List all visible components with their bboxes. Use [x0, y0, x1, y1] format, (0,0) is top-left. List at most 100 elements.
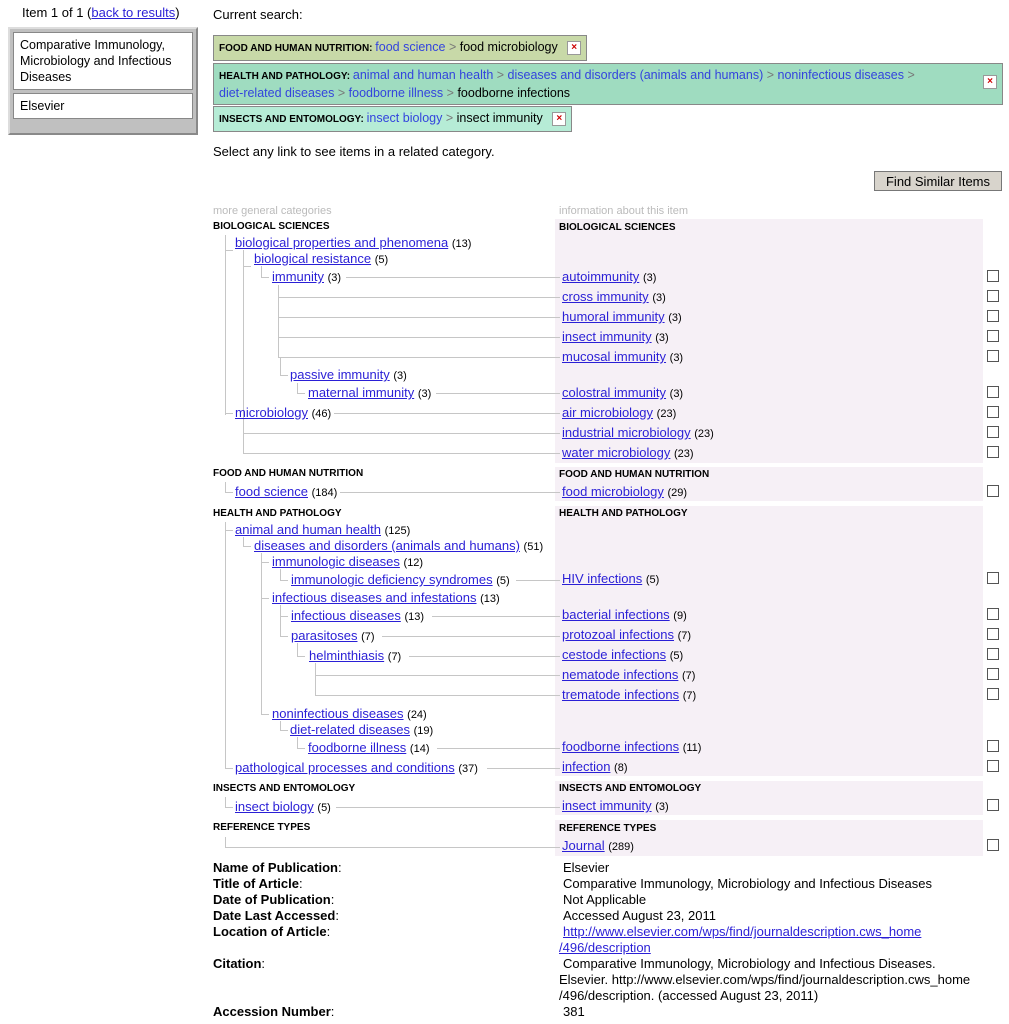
category-link[interactable]: immunologic diseases — [272, 554, 400, 569]
related-category-item: protozoal infections (7) — [562, 627, 692, 642]
select-checkbox[interactable] — [987, 648, 999, 660]
select-checkbox[interactable] — [987, 310, 999, 322]
item-publisher: Elsevier — [13, 93, 193, 119]
general-category-item: food science (184) — [235, 484, 338, 499]
meta-label-location: Location of Article: — [213, 924, 331, 939]
general-category-item: biological resistance (5) — [254, 251, 389, 266]
category-link[interactable]: protozoal infections — [562, 627, 674, 642]
tag-link[interactable]: noninfectious diseases — [778, 68, 904, 82]
category-link[interactable]: parasitoses — [291, 628, 357, 643]
category-link[interactable]: cross immunity — [562, 289, 649, 304]
related-category-item: mucosal immunity (3) — [562, 349, 684, 364]
related-category-item: infection (8) — [562, 759, 628, 774]
category-link[interactable]: colostral immunity — [562, 385, 666, 400]
related-category-item: air microbiology (23) — [562, 405, 677, 420]
category-link[interactable]: microbiology — [235, 405, 308, 420]
select-checkbox[interactable] — [987, 446, 999, 458]
category-link[interactable]: immunity — [272, 269, 324, 284]
category-link[interactable]: food science — [235, 484, 308, 499]
remove-tag-icon[interactable]: × — [552, 111, 567, 126]
general-category-item: immunity (3) — [272, 269, 342, 284]
category-link[interactable]: infectious diseases — [291, 608, 401, 623]
category-link[interactable]: autoimmunity — [562, 269, 639, 284]
related-category-item: food microbiology (29) — [562, 484, 688, 499]
general-category-item: infectious diseases and infestations (13… — [272, 590, 500, 605]
category-link[interactable]: air microbiology — [562, 405, 653, 420]
category-link[interactable]: insect biology — [235, 799, 314, 814]
select-checkbox[interactable] — [987, 386, 999, 398]
select-checkbox[interactable] — [987, 485, 999, 497]
category-link[interactable]: immunologic deficiency syndromes — [291, 572, 493, 587]
category-link[interactable]: biological resistance — [254, 251, 371, 266]
select-checkbox[interactable] — [987, 330, 999, 342]
instruction-text: Select any link to see items in a relate… — [213, 144, 495, 159]
select-checkbox[interactable] — [987, 608, 999, 620]
tag-link[interactable]: diseases and disorders (animals and huma… — [508, 68, 764, 82]
related-category-item: autoimmunity (3) — [562, 269, 657, 284]
article-url-link-cont[interactable]: /496/description — [559, 940, 651, 955]
article-url-link[interactable]: http://www.elsevier.com/wps/find/journal… — [563, 924, 921, 939]
category-link[interactable]: trematode infections — [562, 687, 679, 702]
section-header: BIOLOGICAL SCIENCES — [213, 221, 330, 232]
select-checkbox[interactable] — [987, 270, 999, 282]
tag-link[interactable]: diet-related diseases — [219, 86, 334, 100]
tag-link[interactable]: foodborne illness — [349, 86, 444, 100]
category-link[interactable]: insect immunity — [562, 798, 652, 813]
select-checkbox[interactable] — [987, 668, 999, 680]
category-link[interactable]: helminthiasis — [309, 648, 384, 663]
related-category-item: bacterial infections (9) — [562, 607, 687, 622]
select-checkbox[interactable] — [987, 426, 999, 438]
section-header: FOOD AND HUMAN NUTRITION — [213, 468, 364, 479]
category-link[interactable]: humoral immunity — [562, 309, 665, 324]
category-link[interactable]: foodborne infections — [562, 739, 679, 754]
select-checkbox[interactable] — [987, 572, 999, 584]
general-category-item: maternal immunity (3) — [308, 385, 432, 400]
category-link[interactable]: diet-related diseases — [290, 722, 410, 737]
category-link[interactable]: pathological processes and conditions — [235, 760, 455, 775]
category-link[interactable]: passive immunity — [290, 367, 390, 382]
select-checkbox[interactable] — [987, 350, 999, 362]
general-category-item: noninfectious diseases (24) — [272, 706, 427, 721]
tag-link[interactable]: animal and human health — [353, 68, 493, 82]
select-checkbox[interactable] — [987, 799, 999, 811]
category-link[interactable]: noninfectious diseases — [272, 706, 404, 721]
category-link[interactable]: cestode infections — [562, 647, 666, 662]
back-to-results-link[interactable]: back to results — [91, 5, 175, 20]
meta-label-accession: Accession Number: — [213, 1004, 335, 1019]
find-similar-items-button[interactable]: Find Similar Items — [874, 171, 1002, 191]
category-link[interactable]: industrial microbiology — [562, 425, 691, 440]
select-checkbox[interactable] — [987, 740, 999, 752]
category-link[interactable]: maternal immunity — [308, 385, 414, 400]
section-header: FOOD AND HUMAN NUTRITION — [559, 469, 710, 480]
category-link[interactable]: biological properties and phenomena — [235, 235, 448, 250]
section-header: REFERENCE TYPES — [213, 822, 311, 833]
select-checkbox[interactable] — [987, 290, 999, 302]
category-link[interactable]: infectious diseases and infestations — [272, 590, 477, 605]
category-link[interactable]: foodborne illness — [308, 740, 406, 755]
current-search-label: Current search: — [213, 7, 303, 22]
category-link[interactable]: diseases and disorders (animals and huma… — [254, 538, 520, 553]
category-link[interactable]: animal and human health — [235, 522, 381, 537]
select-checkbox[interactable] — [987, 688, 999, 700]
category-link[interactable]: food microbiology — [562, 484, 664, 499]
category-link[interactable]: bacterial infections — [562, 607, 670, 622]
category-link[interactable]: Journal — [562, 838, 605, 853]
category-link[interactable]: water microbiology — [562, 445, 670, 460]
category-link[interactable]: mucosal immunity — [562, 349, 666, 364]
select-checkbox[interactable] — [987, 760, 999, 772]
category-link[interactable]: infection — [562, 759, 610, 774]
category-link[interactable]: insect immunity — [562, 329, 652, 344]
select-checkbox[interactable] — [987, 628, 999, 640]
category-link[interactable]: nematode infections — [562, 667, 678, 682]
select-checkbox[interactable] — [987, 406, 999, 418]
tag-link[interactable]: insect biology — [367, 111, 443, 125]
tag-link[interactable]: food science — [375, 40, 445, 54]
meta-value-publication: Elsevier — [563, 860, 610, 875]
remove-tag-icon[interactable]: × — [983, 75, 997, 89]
section-header: BIOLOGICAL SCIENCES — [559, 222, 676, 233]
search-tag-insects: INSECTS AND ENTOMOLOGY: insect biology >… — [213, 106, 573, 132]
select-checkbox[interactable] — [987, 839, 999, 851]
related-category-item: cross immunity (3) — [562, 289, 666, 304]
remove-tag-icon[interactable]: × — [567, 40, 582, 55]
category-link[interactable]: HIV infections — [562, 571, 642, 586]
